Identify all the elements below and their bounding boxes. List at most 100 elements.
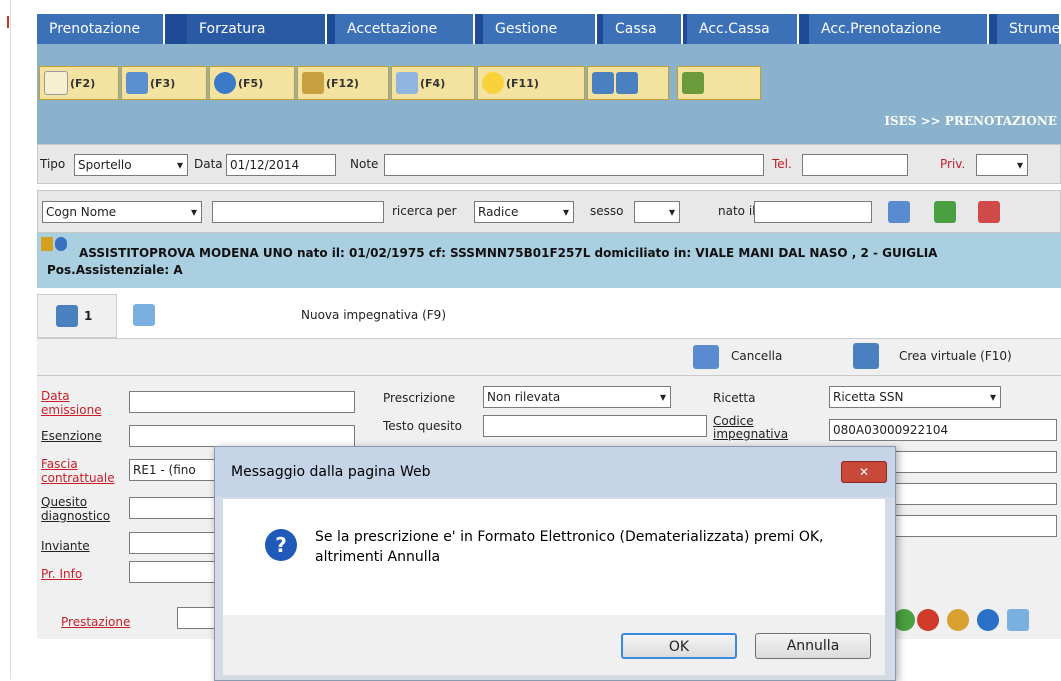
ricerca-select[interactable]: Radice ▾ [474, 201, 574, 223]
document-icon [396, 72, 418, 94]
note-label: Note [350, 157, 379, 171]
annulla-button[interactable]: Annulla [755, 633, 871, 659]
print-button[interactable] [587, 66, 669, 100]
data-field[interactable]: 01/12/2014 [226, 154, 336, 176]
dialog-titlebar: Messaggio dalla pagina Web ✕ [215, 447, 895, 497]
chevron-down-icon: ▾ [668, 205, 675, 219]
sun-icon [482, 72, 504, 94]
tab-accettazione[interactable]: Accettazione [335, 14, 475, 44]
tab-gestione[interactable]: Gestione [483, 14, 597, 44]
tipo-label: Tipo [40, 157, 66, 171]
impegnative-tabs: 1 Nuova impegnativa (F9) [37, 294, 1061, 338]
tipo-value: Sportello [78, 158, 132, 172]
divider [37, 375, 1061, 376]
crea-virtuale-button[interactable]: Crea virtuale (F10) [899, 349, 1012, 363]
f3-button[interactable]: (F3) [121, 66, 207, 100]
prestazione-field[interactable] [177, 607, 217, 629]
f4-button[interactable]: (F4) [391, 66, 475, 100]
help-icon [682, 72, 704, 94]
fascia-label[interactable]: Fascia contrattuale [41, 457, 131, 485]
inviante-field[interactable] [129, 532, 219, 554]
breadcrumb: ISES >> PRENOTAZIONE [884, 114, 1057, 128]
dialog-footer: OK Annulla [223, 615, 885, 675]
close-icon[interactable]: ✕ [841, 461, 887, 483]
cancel-icon[interactable] [693, 345, 719, 369]
priv-select[interactable]: ▾ [976, 154, 1028, 176]
codice-field[interactable]: 080A03000922104 [829, 419, 1057, 441]
new-prescription-icon[interactable] [133, 304, 155, 326]
chevron-down-icon: ▾ [989, 390, 996, 404]
extra-field-3[interactable] [893, 515, 1057, 537]
f5-label: (F5) [238, 76, 264, 90]
add-patient-icon[interactable] [934, 201, 956, 223]
main-menu: Prenotazione Forzatura Accettazione Gest… [37, 14, 1061, 44]
sesso-label: sesso [590, 204, 624, 218]
tab-acc-cassa[interactable]: Acc.Cassa [687, 14, 799, 44]
cancella-button[interactable]: Cancella [731, 349, 782, 363]
pr-info-label[interactable]: Pr. Info [41, 567, 82, 581]
confirm-icon[interactable] [893, 609, 915, 631]
toolbar: (F2) (F3) (F5) (F12) (F4) (F11) ISES >> … [37, 44, 1061, 144]
prescrizione-select[interactable]: Non rilevata ▾ [483, 386, 671, 408]
prescrizione-value: Non rilevata [487, 390, 561, 404]
extra-field-2[interactable] [893, 483, 1057, 505]
data-label: Data [194, 157, 223, 171]
f12-button[interactable]: (F12) [297, 66, 389, 100]
tab-strumenti[interactable]: Strume [997, 14, 1061, 44]
f4-label: (F4) [420, 76, 446, 90]
quesito-field[interactable] [129, 497, 219, 519]
search-icon[interactable] [888, 201, 910, 223]
calendar-icon[interactable] [1007, 609, 1029, 631]
prestazione-label[interactable]: Prestazione [61, 615, 130, 629]
tab-cassa[interactable]: Cassa [603, 14, 683, 44]
refresh-icon[interactable] [947, 609, 969, 631]
ricetta-label: Ricetta [713, 391, 756, 405]
tab-acc-prenotazione[interactable]: Acc.Prenotazione [809, 14, 989, 44]
tab-prenotazione[interactable]: Prenotazione [37, 14, 165, 44]
tipo-select[interactable]: Sportello ▾ [74, 154, 188, 176]
inviante-label[interactable]: Inviante [41, 539, 90, 553]
f2-button[interactable]: (F2) [39, 66, 119, 100]
search-field-select[interactable]: Cogn Nome ▾ [42, 201, 202, 223]
esenzione-field[interactable] [129, 425, 355, 447]
virtual-icon[interactable] [853, 343, 879, 369]
prescrizione-label: Prescrizione [383, 391, 456, 405]
search-input[interactable] [212, 201, 384, 223]
tel-label: Tel. [772, 157, 792, 171]
new-impegnativa-link[interactable]: Nuova impegnativa (F9) [301, 308, 446, 322]
nato-field[interactable] [754, 201, 872, 223]
remove-icon[interactable] [917, 609, 939, 631]
ricetta-select[interactable]: Ricetta SSN ▾ [829, 386, 1001, 408]
fascia-select[interactable]: RE1 - (fino [129, 459, 225, 481]
note-field[interactable] [384, 154, 764, 176]
dialog-body: ? Se la prescrizione e' in Formato Elett… [223, 499, 885, 615]
data-emissione-field[interactable] [129, 391, 355, 413]
tel-field[interactable] [802, 154, 908, 176]
testo-quesito-field[interactable] [483, 415, 707, 437]
codice-label[interactable]: Codice impegnativa [713, 415, 803, 441]
tab-count: 1 [84, 309, 93, 323]
ricerca-value: Radice [478, 205, 519, 219]
chevron-down-icon: ▾ [1016, 158, 1023, 172]
ok-button[interactable]: OK [621, 633, 737, 659]
tab-impegnativa-1[interactable]: 1 [37, 294, 117, 338]
help-button[interactable] [677, 66, 761, 100]
pr-info-field[interactable] [129, 561, 219, 583]
chevron-down-icon: ▾ [190, 205, 197, 219]
data-emissione-label[interactable]: Data emissione [41, 389, 121, 417]
question-icon: ? [265, 529, 297, 561]
extra-field-1[interactable] [893, 451, 1057, 473]
chevron-down-icon: ▾ [562, 205, 569, 219]
quesito-label[interactable]: Quesito diagnostico [41, 495, 127, 523]
f11-button[interactable]: (F11) [477, 66, 585, 100]
f5-button[interactable]: (F5) [209, 66, 295, 100]
up-arrow-icon[interactable] [977, 609, 999, 631]
left-edge [0, 0, 11, 679]
tab-forzatura[interactable]: Forzatura [187, 14, 327, 44]
f2-label: (F2) [70, 76, 96, 90]
delete-patient-icon[interactable] [978, 201, 1000, 223]
sesso-select[interactable]: ▾ [634, 201, 680, 223]
patient-info: ASSISTITOPROVA MODENA UNO nato il: 01/02… [47, 246, 938, 277]
esenzione-label[interactable]: Esenzione [41, 429, 102, 443]
save-icon [616, 72, 638, 94]
